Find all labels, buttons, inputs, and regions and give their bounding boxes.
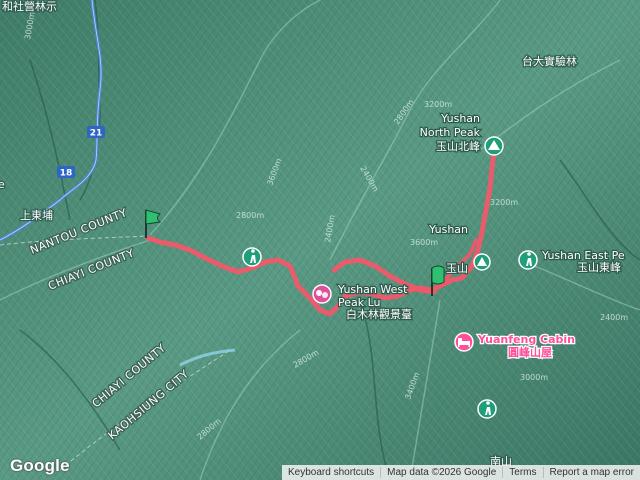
- report-map-error-link[interactable]: Report a map error: [542, 467, 640, 478]
- svg-text:Yushan: Yushan: [440, 112, 480, 125]
- trail-hiker-icon-2[interactable]: [477, 399, 497, 419]
- place-label-left-edge: e: [0, 178, 5, 191]
- svg-text:白木林觀景臺: 白木林觀景臺: [346, 307, 412, 321]
- road-shield-21: 21: [87, 126, 105, 139]
- trail-hiker-icon-1[interactable]: [242, 247, 262, 267]
- svg-text:Yuanfeng Cabin: Yuanfeng Cabin: [477, 333, 575, 346]
- svg-text:North Peak: North Peak: [420, 126, 481, 139]
- svg-text:3000m: 3000m: [520, 373, 548, 382]
- svg-text:2800m: 2800m: [236, 211, 264, 220]
- place-label-top-left: 和社營林示: [2, 0, 57, 13]
- keyboard-shortcuts-link[interactable]: Keyboard shortcuts: [282, 467, 380, 478]
- svg-text:3600m: 3600m: [410, 238, 438, 247]
- svg-text:18: 18: [60, 169, 73, 179]
- map-footer: Keyboard shortcuts Map data ©2026 Google…: [281, 465, 640, 480]
- map-data-attribution: Map data ©2026 Google: [380, 467, 502, 478]
- svg-text:玉山: 玉山: [446, 262, 468, 275]
- svg-text:21: 21: [90, 129, 103, 139]
- svg-text:玉山東峰: 玉山東峰: [577, 261, 621, 274]
- terms-link[interactable]: Terms: [502, 467, 542, 478]
- svg-text:3200m: 3200m: [424, 100, 452, 109]
- svg-text:3200m: 3200m: [490, 198, 518, 207]
- map-canvas[interactable]: 21 18 2800m 3600m 2400m 2800m 3200m 2400…: [0, 0, 640, 480]
- road-shield-18: 18: [57, 166, 75, 179]
- google-logo: Google: [10, 456, 70, 475]
- svg-text:Yushan West: Yushan West: [337, 283, 408, 296]
- svg-text:玉山北峰: 玉山北峰: [436, 140, 480, 153]
- svg-text:Yushan: Yushan: [428, 223, 468, 236]
- place-label-ntu-forest: 台大實驗林: [522, 54, 577, 68]
- place-label-shangdongpu: 上東埔: [20, 209, 53, 222]
- svg-text:圓峰山屋: 圓峰山屋: [508, 345, 552, 359]
- svg-text:2400m: 2400m: [600, 313, 628, 322]
